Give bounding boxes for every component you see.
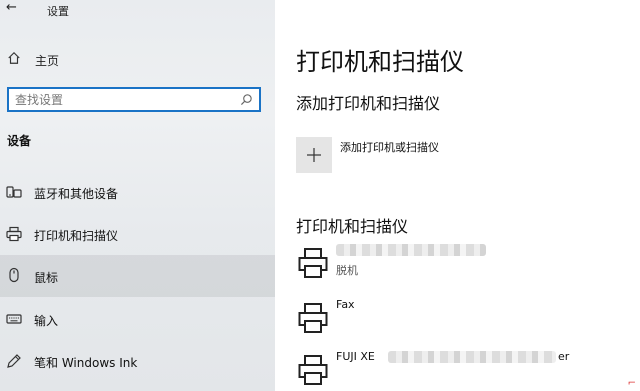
mouse-icon [9,267,19,283]
printer-icon [298,355,328,385]
pen-icon [7,354,21,368]
printer-icon [298,248,328,278]
search-input[interactable] [9,89,229,111]
printer-item[interactable]: Fax [296,298,636,342]
main-panel: 打印机和扫描仪 添加打印机和扫描仪 添加打印机或扫描仪 打印机和扫描仪 脱机 F… [275,0,640,391]
printer-status: 脱机 [336,264,358,277]
home-icon [8,51,20,64]
search-icon[interactable] [240,93,253,106]
add-printer-label[interactable]: 添加打印机或扫描仪 [340,139,439,155]
sidebar-item-home[interactable]: 主页 [0,45,275,73]
add-section-title: 添加打印机和扫描仪 [296,94,441,113]
section-title-devices: 设备 [7,134,32,148]
bluetooth-devices-icon [6,186,22,198]
printer-item[interactable]: 脱机 [296,243,636,287]
redacted-text [336,244,486,256]
printer-name-suffix: er [558,350,570,363]
printer-name: Fax [336,298,355,311]
sidebar-item-mouse[interactable]: 鼠标 [0,255,275,297]
search-box[interactable] [7,87,261,112]
add-printer-button[interactable] [296,137,332,173]
sidebar-item-typing[interactable]: 输入 [0,298,275,340]
watermark-mark: ⌐ [627,378,636,389]
sidebar-item-label: 打印机和扫描仪 [34,229,119,243]
printer-icon [298,303,328,333]
title-bar: ← 设置 [0,0,275,20]
printer-name: FUJI XE [336,350,375,363]
printer-item[interactable]: FUJI XE er [296,350,636,391]
keyboard-icon [6,314,22,324]
page-title: 打印机和扫描仪 [296,48,464,76]
sidebar-item-pen[interactable]: 笔和 Windows Ink [0,340,275,382]
sidebar-item-label: 笔和 Windows Ink [34,356,138,370]
sidebar-item-label: 蓝牙和其他设备 [34,187,119,201]
sidebar-item-printers[interactable]: 打印机和扫描仪 [0,213,275,255]
sidebar-item-label: 鼠标 [34,271,59,285]
sidebar-item-label: 主页 [35,54,60,68]
sidebar: ← 设置 主页 设备 蓝牙和其他设备 打印机和扫描仪 [0,0,275,391]
sidebar-item-label: 输入 [34,314,59,328]
sidebar-item-bluetooth[interactable]: 蓝牙和其他设备 [0,171,275,213]
back-arrow-icon[interactable]: ← [6,0,17,15]
plus-icon [307,148,321,162]
printer-icon [6,226,22,242]
window-title: 设置 [47,5,69,18]
redacted-text [388,351,556,363]
list-section-title: 打印机和扫描仪 [296,217,409,236]
